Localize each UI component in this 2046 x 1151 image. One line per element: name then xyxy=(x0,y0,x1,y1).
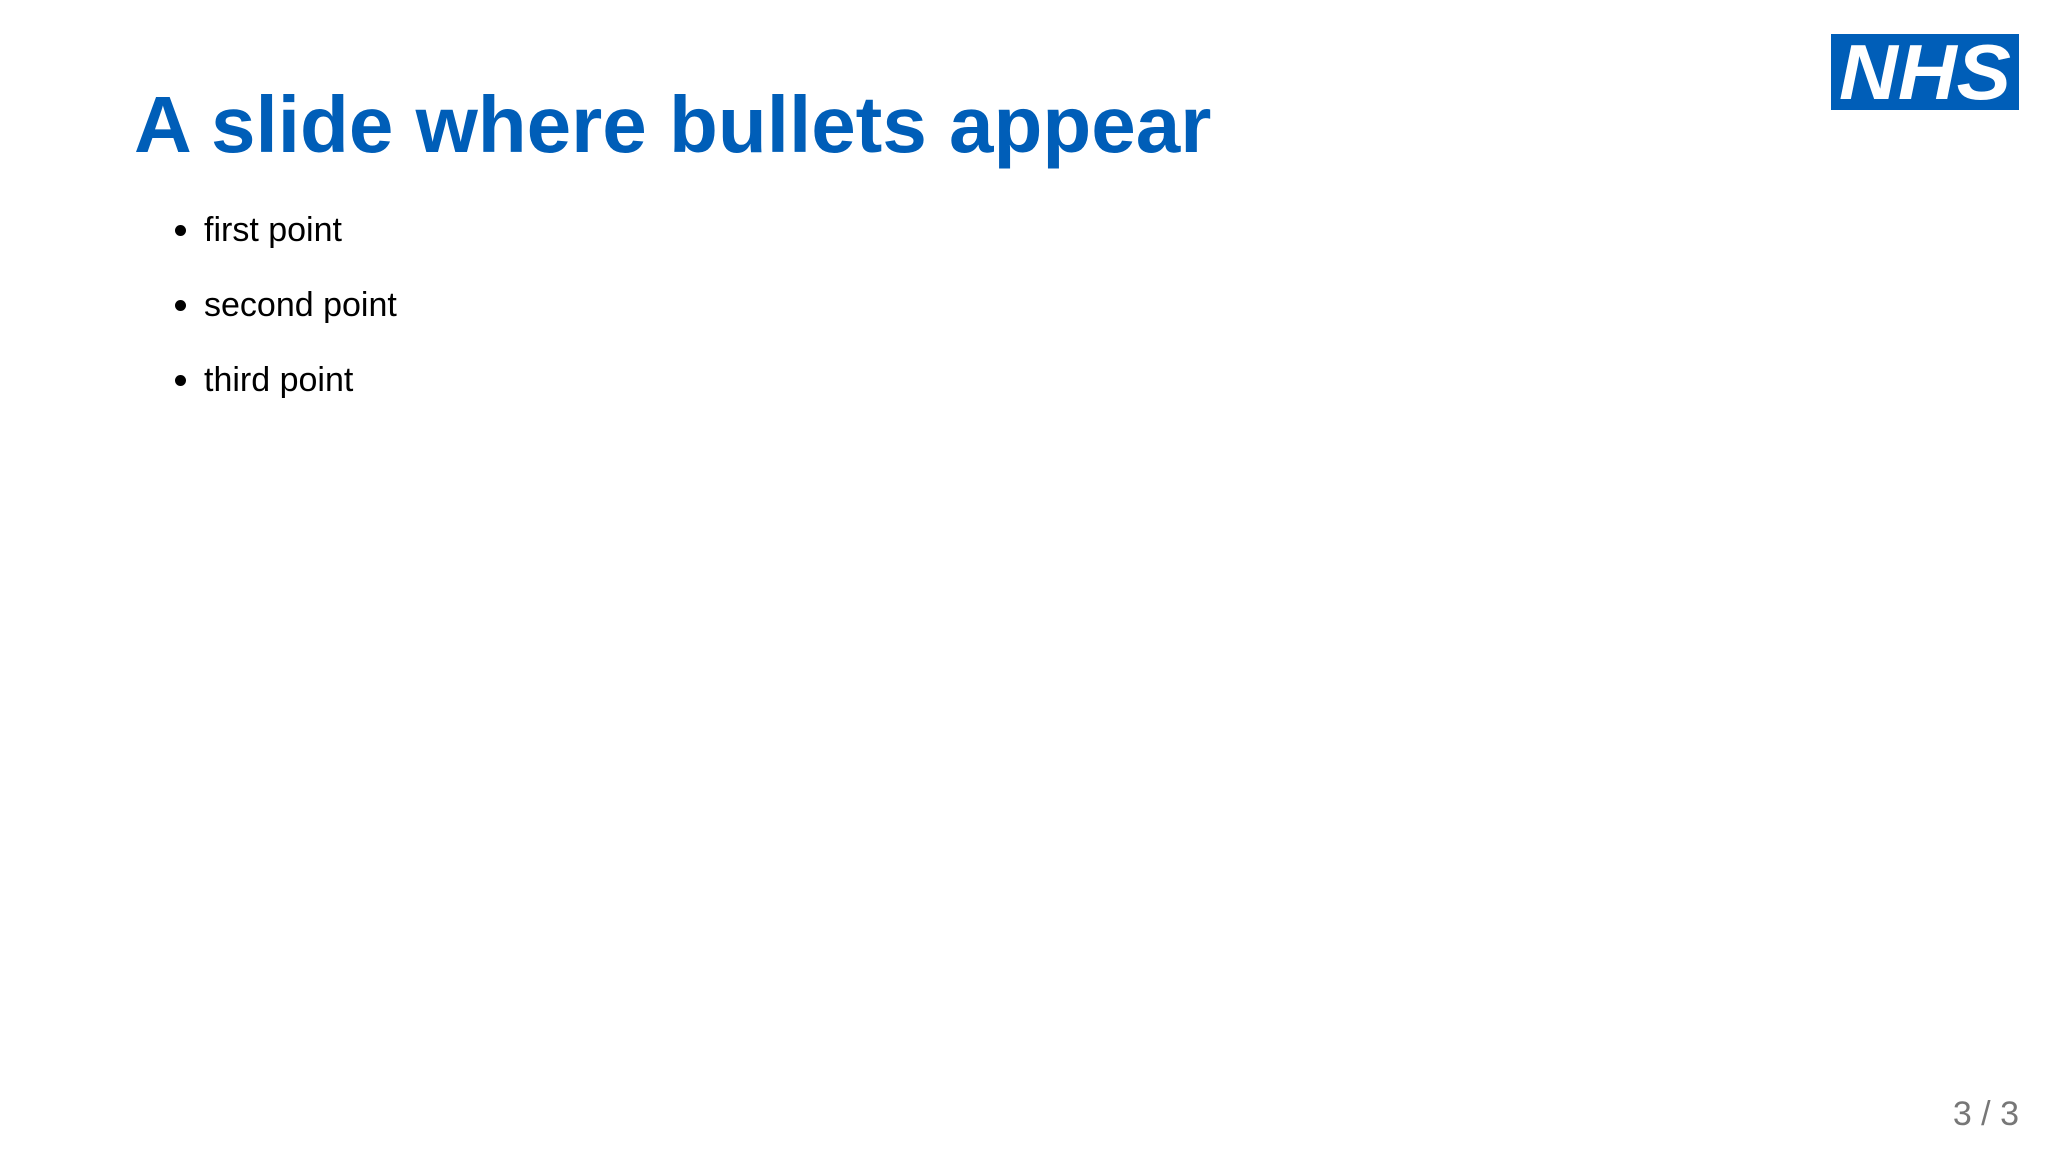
bullet-item-first: first point xyxy=(160,206,397,254)
page-counter: 3 / 3 xyxy=(1952,1095,2019,1133)
nhs-logo: NHS xyxy=(1831,34,2019,110)
bullet-label: first point xyxy=(204,211,342,249)
nhs-logo-text: NHS xyxy=(1839,34,2011,110)
bullet-dot-icon xyxy=(175,225,186,236)
nhs-logo-graphic: NHS xyxy=(1831,34,2019,110)
bullet-label: second point xyxy=(204,286,397,324)
bullet-list: first point second point third point xyxy=(160,206,397,431)
slide: A slide where bullets appear first point… xyxy=(0,0,2046,1151)
slide-title: A slide where bullets appear xyxy=(134,80,1212,169)
bullet-dot-icon xyxy=(175,375,186,386)
bullet-item-second: second point xyxy=(160,281,397,329)
bullet-item-third: third point xyxy=(160,356,397,404)
bullet-dot-icon xyxy=(175,300,186,311)
bullet-label: third point xyxy=(204,361,354,399)
